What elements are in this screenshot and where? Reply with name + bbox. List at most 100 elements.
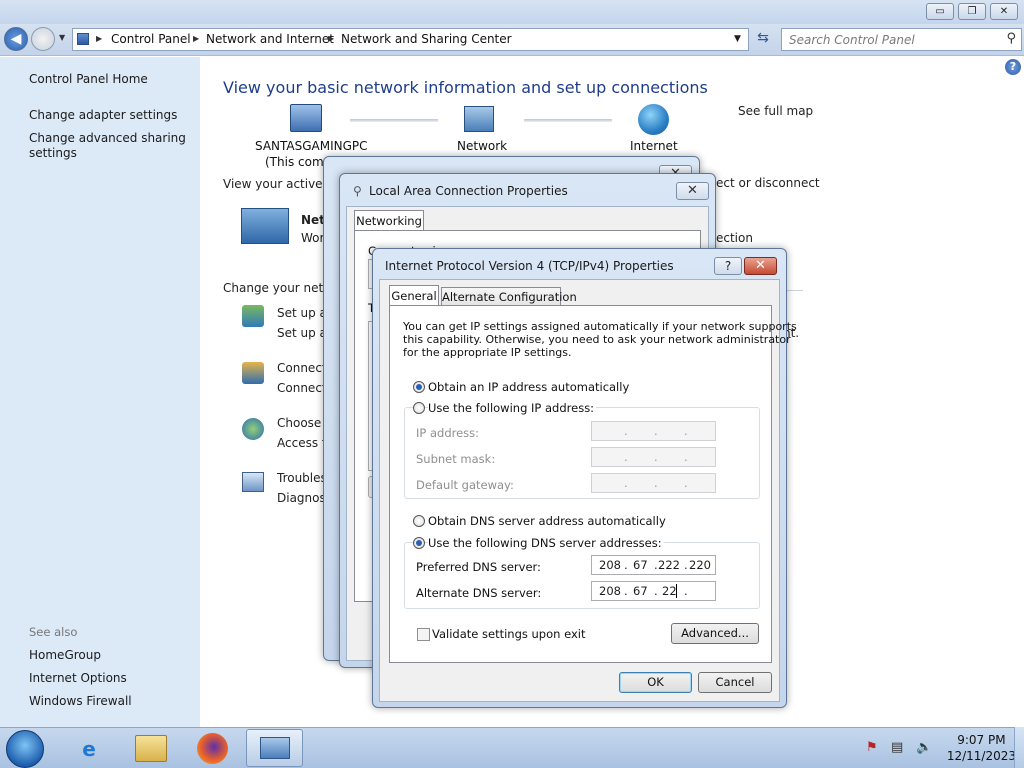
internet-explorer-icon[interactable]: e <box>72 732 106 766</box>
subnet-mask-label: Subnet mask: <box>416 452 496 466</box>
alternate-dns-octet-2[interactable]: 67 <box>633 584 648 598</box>
help-icon[interactable]: ? <box>1005 59 1021 75</box>
ipv4-close-button[interactable]: ✕ <box>744 257 777 275</box>
tab-general[interactable]: General <box>389 285 439 306</box>
search-icon[interactable]: ⚲ <box>1006 31 1016 46</box>
firefox-icon[interactable] <box>197 733 228 764</box>
preferred-dns-field[interactable]: 208 . 67 . 222 . 220 <box>591 555 716 575</box>
homegroup-link[interactable]: HomeGroup <box>29 648 101 663</box>
ipv4-dialog-title: Internet Protocol Version 4 (TCP/IPv4) P… <box>385 259 674 273</box>
use-following-dns-label[interactable]: Use the following DNS server addresses: <box>428 536 664 550</box>
breadcrumb-network-sharing-center[interactable]: Network and Sharing Center <box>341 32 512 46</box>
preferred-dns-octet-4[interactable]: 220 <box>689 558 711 572</box>
advanced-button[interactable]: Advanced... <box>671 623 759 644</box>
network-type-link[interactable]: Wor <box>301 231 324 245</box>
control-panel-home-link[interactable]: Control Panel Home <box>29 72 148 87</box>
setup-connection-icon <box>242 305 264 327</box>
windows-firewall-link[interactable]: Windows Firewall <box>29 694 132 709</box>
validate-label[interactable]: Validate settings upon exit <box>432 627 585 641</box>
alternate-dns-field[interactable]: 208 . 67 . 22 . <box>591 581 716 601</box>
breadcrumb-control-panel[interactable]: Control Panel <box>111 32 191 46</box>
tab-alternate-configuration[interactable]: Alternate Configuration <box>441 287 577 306</box>
refresh-icon[interactable]: ⇆ <box>752 30 774 50</box>
chevron-right-icon[interactable]: ▶ <box>328 34 334 43</box>
connect-network-icon <box>242 362 264 384</box>
action-center-icon[interactable]: ⚑ <box>866 740 878 755</box>
intro-line-3: for the appropriate IP settings. <box>403 346 572 359</box>
show-desktop-button[interactable] <box>1014 727 1024 768</box>
change-advanced-sharing-link[interactable]: Change advanced sharing settings <box>29 131 189 161</box>
connect-disconnect-link[interactable]: ect or disconnect <box>716 176 820 190</box>
help-button[interactable]: ? <box>714 257 742 275</box>
preferred-dns-octet-1[interactable]: 208 <box>599 558 621 572</box>
obtain-ip-auto-radio[interactable] <box>413 381 425 393</box>
cancel-button[interactable]: Cancel <box>698 672 772 693</box>
ip-dot: . <box>684 558 688 572</box>
preferred-dns-octet-3[interactable]: 222 <box>658 558 680 572</box>
ipv4-client: General Alternate Configuration You can … <box>379 279 797 702</box>
address-bar[interactable]: ▶ Control Panel ▶ Network and Internet ▶… <box>72 28 749 51</box>
start-button[interactable] <box>6 730 44 768</box>
network-name: Net <box>301 213 325 227</box>
computer-icon <box>290 104 322 132</box>
chevron-right-icon[interactable]: ▶ <box>193 34 199 43</box>
obtain-dns-auto-radio[interactable] <box>413 515 425 527</box>
task-choose-desc: Access fi <box>277 436 330 450</box>
restore-button[interactable]: ❐ <box>958 3 986 20</box>
forward-button[interactable] <box>31 27 55 51</box>
search-placeholder: Search Control Panel <box>789 33 915 47</box>
internet-label[interactable]: Internet <box>630 139 678 153</box>
address-row: ◀ ▼ ▶ Control Panel ▶ Network and Intern… <box>0 24 1024 56</box>
file-explorer-icon[interactable] <box>135 735 167 762</box>
back-button[interactable]: ◀ <box>4 27 28 51</box>
ok-button[interactable]: OK <box>619 672 692 693</box>
chevron-right-icon[interactable]: ▶ <box>96 34 102 43</box>
alternate-dns-label: Alternate DNS server: <box>416 586 542 600</box>
obtain-dns-auto-label[interactable]: Obtain DNS server address automatically <box>428 514 666 528</box>
network-label[interactable]: Network <box>457 139 507 153</box>
homegroup-icon <box>242 418 264 440</box>
alternate-dns-octet-3[interactable]: 22 <box>662 584 677 598</box>
intro-line-2: this capability. Otherwise, you need to … <box>403 333 791 346</box>
ip-dot: . <box>654 584 658 598</box>
default-gateway-field: . . . <box>591 473 716 493</box>
see-full-map-link[interactable]: See full map <box>738 104 813 118</box>
ip-dot: . <box>624 558 628 572</box>
ip-dot: . <box>654 424 658 438</box>
search-input[interactable]: Search Control Panel ⚲ <box>781 28 1022 51</box>
use-following-dns-radio[interactable] <box>413 537 425 549</box>
taskbar-clock[interactable]: 9:07 PM 12/11/2023 <box>947 732 1016 764</box>
task-setup-link[interactable]: Set up a <box>277 306 327 320</box>
control-panel-taskbar-button[interactable] <box>246 729 303 767</box>
tab-networking[interactable]: Networking <box>354 210 424 231</box>
chevron-down-icon[interactable]: ▼ <box>734 34 741 44</box>
ip-dot: . <box>654 450 658 464</box>
task-connect-link[interactable]: Connect <box>277 361 327 375</box>
network-tray-icon[interactable]: ▤ <box>891 740 903 755</box>
see-also-heading: See also <box>29 625 78 639</box>
close-window-button[interactable]: ✕ <box>990 3 1018 20</box>
task-troubleshoot-link[interactable]: Troubles <box>277 471 327 485</box>
preferred-dns-octet-2[interactable]: 67 <box>633 558 648 572</box>
volume-icon[interactable]: 🔈 <box>916 740 932 755</box>
text-cursor <box>676 584 677 598</box>
clock-time: 9:07 PM <box>957 733 1006 747</box>
computer-name: SANTASGAMINGPC <box>255 139 368 153</box>
preferred-dns-label: Preferred DNS server: <box>416 560 541 574</box>
change-adapter-settings-link[interactable]: Change adapter settings <box>29 108 177 123</box>
lac-properties-close-button[interactable]: ✕ <box>676 182 709 200</box>
recent-pages-dropdown-icon[interactable]: ▼ <box>59 33 65 42</box>
network-type-icon <box>241 208 289 244</box>
obtain-ip-auto-label[interactable]: Obtain an IP address automatically <box>428 380 629 394</box>
minimize-button[interactable]: ▭ <box>926 3 954 20</box>
use-following-ip-label[interactable]: Use the following IP address: <box>428 401 597 415</box>
alternate-dns-octet-1[interactable]: 208 <box>599 584 621 598</box>
ip-address-field: . . . <box>591 421 716 441</box>
title-bar: ▭ ❐ ✕ <box>0 0 1024 24</box>
connection-link[interactable]: ection <box>716 231 753 245</box>
internet-options-link[interactable]: Internet Options <box>29 671 127 686</box>
use-following-ip-radio[interactable] <box>413 402 425 414</box>
control-panel-icon <box>77 33 89 45</box>
breadcrumb-network-and-internet[interactable]: Network and Internet <box>206 32 334 46</box>
validate-checkbox[interactable] <box>417 628 430 641</box>
